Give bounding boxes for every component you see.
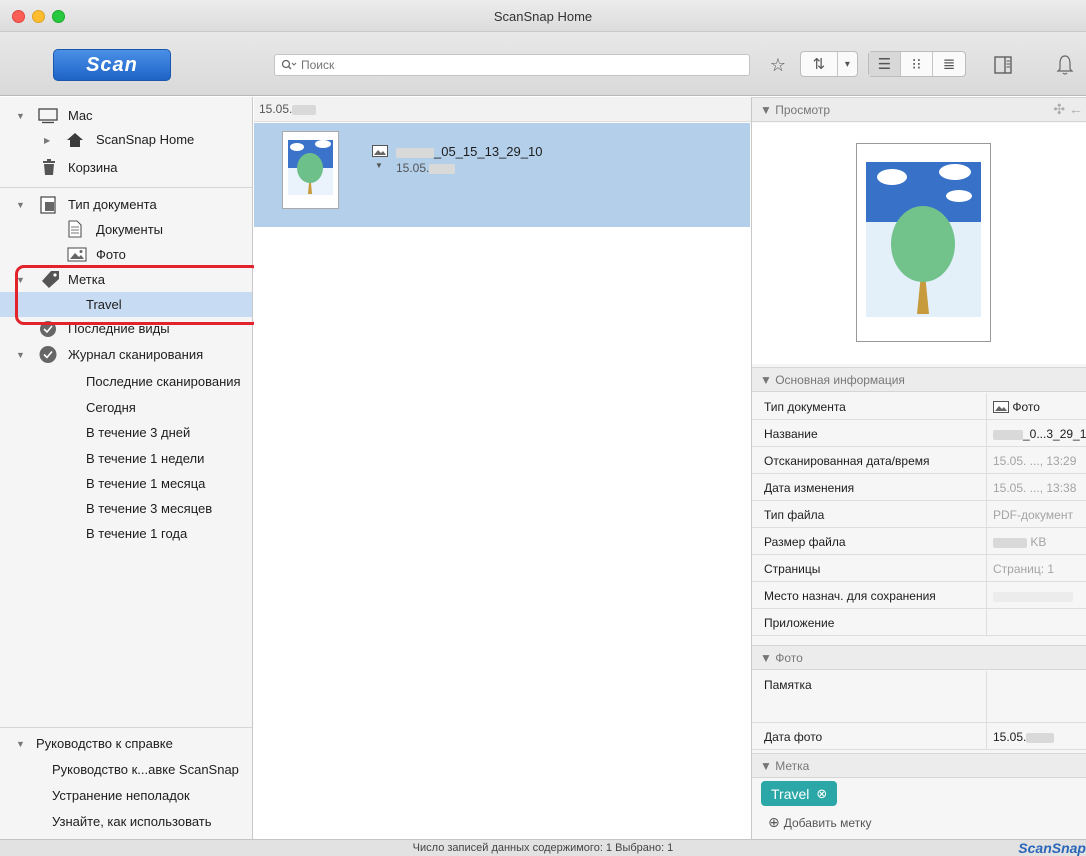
sidebar-item-log[interactable]: В течение 3 дней xyxy=(0,420,252,445)
notification-bell-icon[interactable] xyxy=(1052,52,1078,78)
document-type-icon xyxy=(40,196,58,214)
content-list: 15.05. _05_15_13_29_10 ▼ 15.05. xyxy=(254,97,751,839)
sidebar-item-help[interactable]: Руководство к...авке ScanSnap xyxy=(0,757,252,782)
preview-image[interactable] xyxy=(856,143,991,342)
list-view-icon[interactable]: ☰ xyxy=(869,52,901,76)
content-item-name: _05_15_13_29_10 xyxy=(396,144,542,159)
status-bar: Число записей данных содержимого: 1 Выбр… xyxy=(0,839,1086,856)
info-row-file-type: Тип файла PDF-документ xyxy=(752,501,1086,528)
info-row-pages: Страницы Страниц: 1 xyxy=(752,555,1086,582)
title-bar: ScanSnap Home xyxy=(0,0,1086,32)
disclosure-triangle-icon[interactable]: ▶ xyxy=(44,136,50,145)
disclosure-triangle-icon[interactable]: ▼ xyxy=(16,739,25,749)
sidebar-item-trash[interactable]: Корзина xyxy=(0,155,252,180)
content-item[interactable]: _05_15_13_29_10 ▼ 15.05. xyxy=(254,123,750,227)
sort-dropdown-icon[interactable]: ▾ xyxy=(838,52,857,76)
highlight-annotation xyxy=(15,265,261,325)
remove-tag-icon[interactable]: ⊗ xyxy=(816,786,827,802)
thumbnail-view-icon[interactable]: ⁝⁝ xyxy=(901,52,933,76)
sidebar-item-log[interactable]: В течение 1 месяца xyxy=(0,471,252,496)
sidebar-item-documents[interactable]: Документы xyxy=(0,217,252,242)
photo-icon xyxy=(372,145,388,160)
preview-section-header[interactable]: ▼ Просмотр ✣ ← xyxy=(752,97,1086,122)
sidebar-item-scansnap-home[interactable]: ▶ ScanSnap Home xyxy=(0,128,252,152)
photo-icon xyxy=(67,247,87,262)
search-input[interactable] xyxy=(301,58,721,72)
detail-view-icon[interactable]: ≣ xyxy=(933,52,965,76)
sidebar-item-scan-log[interactable]: ▼ Журнал сканирования xyxy=(0,342,252,367)
info-row-file-size: Размер файла KB xyxy=(752,528,1086,555)
home-icon xyxy=(66,132,84,148)
preview-area xyxy=(752,123,1086,364)
sidebar-item-log[interactable]: В течение 1 года xyxy=(0,521,252,546)
tag-chip-travel[interactable]: Travel ⊗ xyxy=(761,781,838,806)
document-icon xyxy=(68,220,82,238)
info-row-modified-date: Дата изменения 15.05. ..., 13:38 xyxy=(752,474,1086,501)
sidebar-item-doc-type[interactable]: ▼ Тип документа xyxy=(0,192,252,217)
photo-icon xyxy=(993,401,1009,413)
sort-order-icon[interactable]: ⇅ xyxy=(801,52,838,76)
info-row-photo-date: Дата фото 15.05. xyxy=(752,723,1086,750)
sidebar-item-help-header[interactable]: ▼ Руководство к справке xyxy=(0,731,252,756)
tag-section-header[interactable]: ▼ Метка xyxy=(752,753,1086,778)
disclosure-triangle-icon[interactable]: ▼ xyxy=(16,350,25,360)
info-row-doc-type: Тип документа Фото xyxy=(752,393,1086,420)
search-icon xyxy=(281,59,297,70)
trash-icon xyxy=(42,159,56,176)
sidebar-item-help[interactable]: Устранение неполадок xyxy=(0,783,252,808)
window-title: ScanSnap Home xyxy=(493,9,593,24)
favorite-star-icon[interactable]: ☆ xyxy=(766,52,790,78)
photo-section-header[interactable]: ▼ Фото xyxy=(752,645,1086,670)
add-circle-icon: ⊕ xyxy=(768,814,780,830)
panel-toggle-icon[interactable] xyxy=(990,52,1016,78)
sidebar-divider xyxy=(0,187,252,188)
scan-button[interactable]: Scan xyxy=(53,49,171,81)
view-mode-control[interactable]: ☰ ⁝⁝ ≣ xyxy=(868,51,966,77)
info-row-name: Название _0...3_29_10 xyxy=(752,420,1086,447)
disclosure-triangle-icon[interactable]: ▼ xyxy=(16,111,25,121)
info-row-save-destination: Место назнач. для сохранения xyxy=(752,582,1086,609)
info-row-scan-date: Отсканированная дата/время 15.05. ..., 1… xyxy=(752,447,1086,474)
item-expand-icon[interactable]: ▼ xyxy=(375,161,383,170)
date-group-header: 15.05. xyxy=(254,97,751,122)
sidebar-item-log[interactable]: Сегодня xyxy=(0,395,252,420)
sort-control[interactable]: ⇅ ▾ xyxy=(800,51,858,77)
add-tag-button[interactable]: ⊕ Добавить метку xyxy=(768,814,872,831)
sidebar-item-help[interactable]: Узнайте, как использовать xyxy=(0,809,252,834)
sidebar-item-mac[interactable]: ▼ Mac xyxy=(0,103,252,128)
computer-icon xyxy=(38,108,58,124)
disclosure-triangle-icon[interactable]: ▼ xyxy=(16,200,25,210)
info-pane: ▼ Просмотр ✣ ← ▼ Основная информация Тип… xyxy=(751,97,1086,839)
scan-log-icon xyxy=(38,345,58,364)
sidebar-divider xyxy=(0,727,252,728)
app-window: ScanSnap Home Scan ☆ ⇅ ▾ ☰ ⁝⁝ ≣ ▼ xyxy=(0,0,1086,856)
content-item-date: 15.05. xyxy=(396,161,456,175)
sidebar-item-log[interactable]: В течение 1 недели xyxy=(0,446,252,471)
status-text: Число записей данных содержимого: 1 Выбр… xyxy=(412,842,674,854)
content-thumbnail[interactable] xyxy=(282,131,339,209)
sidebar-item-log[interactable]: В течение 3 месяцев xyxy=(0,496,252,521)
search-field[interactable] xyxy=(274,54,750,76)
memo-field[interactable] xyxy=(987,671,1086,722)
zoom-move-icon[interactable]: ✣ ← xyxy=(1053,101,1083,118)
info-row-memo: Памятка xyxy=(752,671,1086,723)
sidebar: ▼ Mac ▶ ScanSnap Home Корзина ▼ Тип доку… xyxy=(0,97,253,839)
scansnap-logo: ScanSnap xyxy=(1018,840,1086,856)
toolbar: Scan ☆ ⇅ ▾ ☰ ⁝⁝ ≣ xyxy=(0,32,1086,96)
basic-info-section-header[interactable]: ▼ Основная информация xyxy=(752,367,1086,392)
info-row-application: Приложение xyxy=(752,609,1086,636)
sidebar-item-log[interactable]: Последние сканирования xyxy=(0,369,252,394)
sidebar-item-photo[interactable]: Фото xyxy=(0,242,252,267)
